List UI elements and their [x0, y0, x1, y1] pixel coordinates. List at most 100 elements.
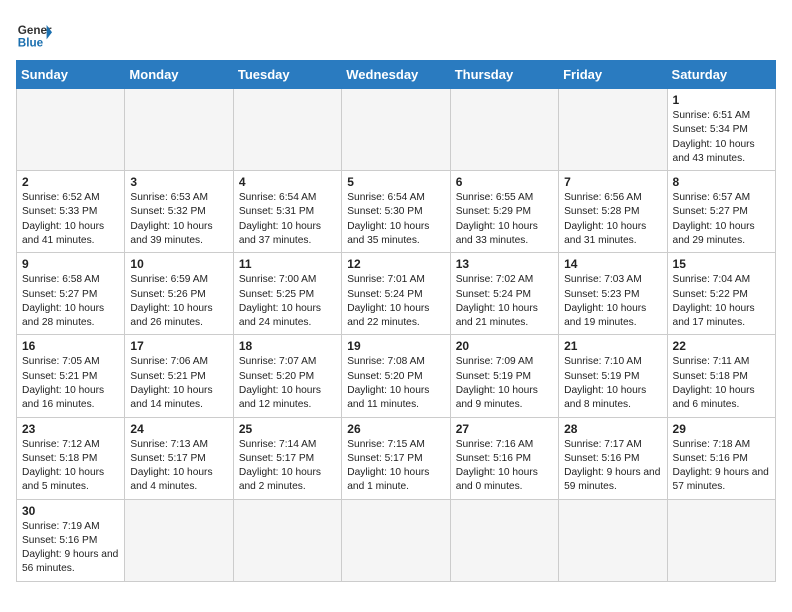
day-number: 12 — [347, 257, 444, 271]
calendar-cell — [233, 89, 341, 171]
day-number: 13 — [456, 257, 553, 271]
weekday-header-sunday: Sunday — [17, 61, 125, 89]
calendar-cell — [559, 89, 667, 171]
day-info: Sunrise: 7:00 AM Sunset: 5:25 PM Dayligh… — [239, 273, 336, 330]
day-info: Sunrise: 7:19 AM Sunset: 5:16 PM Dayligh… — [22, 520, 119, 577]
weekday-header-monday: Monday — [125, 61, 233, 89]
day-number: 30 — [22, 504, 119, 518]
day-number: 22 — [673, 339, 770, 353]
calendar-cell: 19Sunrise: 7:08 AM Sunset: 5:20 PM Dayli… — [342, 335, 450, 417]
day-info: Sunrise: 6:53 AM Sunset: 5:32 PM Dayligh… — [130, 191, 227, 248]
calendar-cell: 18Sunrise: 7:07 AM Sunset: 5:20 PM Dayli… — [233, 335, 341, 417]
calendar-cell: 20Sunrise: 7:09 AM Sunset: 5:19 PM Dayli… — [450, 335, 558, 417]
day-info: Sunrise: 6:56 AM Sunset: 5:28 PM Dayligh… — [564, 191, 661, 248]
calendar-cell: 29Sunrise: 7:18 AM Sunset: 5:16 PM Dayli… — [667, 417, 775, 499]
day-number: 9 — [22, 257, 119, 271]
weekday-header-wednesday: Wednesday — [342, 61, 450, 89]
calendar-cell — [450, 89, 558, 171]
calendar-header-row: SundayMondayTuesdayWednesdayThursdayFrid… — [17, 61, 776, 89]
calendar-cell: 22 Sunrise: 7:11 AM Sunset: 5:18 PM Dayli… — [667, 335, 775, 417]
day-info: Sunrise: 7:01 AM Sunset: 5:24 PM Dayligh… — [347, 273, 444, 330]
day-number: 14 — [564, 257, 661, 271]
calendar-cell: 25Sunrise: 7:14 AM Sunset: 5:17 PM Dayli… — [233, 417, 341, 499]
calendar-cell: 7 Sunrise: 6:56 AM Sunset: 5:28 PM Daylig… — [559, 171, 667, 253]
svg-text:Blue: Blue — [18, 37, 44, 50]
calendar-cell — [450, 499, 558, 581]
day-info: Sunrise: 7:17 AM Sunset: 5:16 PM Dayligh… — [564, 438, 661, 495]
weekday-header-thursday: Thursday — [450, 61, 558, 89]
day-info: Sunrise: 7:15 AM Sunset: 5:17 PM Dayligh… — [347, 438, 444, 495]
day-info: Sunrise: 7:10 AM Sunset: 5:19 PM Dayligh… — [564, 355, 661, 412]
day-number: 28 — [564, 422, 661, 436]
calendar-week-row: 2 Sunrise: 6:52 AM Sunset: 5:33 PM Daylig… — [17, 171, 776, 253]
day-info: Sunrise: 7:11 AM Sunset: 5:18 PM Dayligh… — [673, 355, 770, 412]
calendar-cell: 28 Sunrise: 7:17 AM Sunset: 5:16 PM Dayli… — [559, 417, 667, 499]
day-number: 19 — [347, 339, 444, 353]
day-number: 5 — [347, 175, 444, 189]
day-number: 2 — [22, 175, 119, 189]
calendar-cell: 23 Sunrise: 7:12 AM Sunset: 5:18 PM Dayli… — [17, 417, 125, 499]
calendar-cell: 1 Sunrise: 6:51 AM Sunset: 5:34 PM Daylig… — [667, 89, 775, 171]
calendar-cell: 2 Sunrise: 6:52 AM Sunset: 5:33 PM Daylig… — [17, 171, 125, 253]
day-number: 7 — [564, 175, 661, 189]
day-info: Sunrise: 7:02 AM Sunset: 5:24 PM Dayligh… — [456, 273, 553, 330]
calendar-cell — [125, 499, 233, 581]
calendar-cell: 8 Sunrise: 6:57 AM Sunset: 5:27 PM Daylig… — [667, 171, 775, 253]
day-number: 4 — [239, 175, 336, 189]
day-number: 16 — [22, 339, 119, 353]
day-info: Sunrise: 6:55 AM Sunset: 5:29 PM Dayligh… — [456, 191, 553, 248]
day-info: Sunrise: 7:04 AM Sunset: 5:22 PM Dayligh… — [673, 273, 770, 330]
day-number: 27 — [456, 422, 553, 436]
calendar-cell: 21 Sunrise: 7:10 AM Sunset: 5:19 PM Dayli… — [559, 335, 667, 417]
day-info: Sunrise: 6:57 AM Sunset: 5:27 PM Dayligh… — [673, 191, 770, 248]
calendar-cell: 3 Sunrise: 6:53 AM Sunset: 5:32 PM Daylig… — [125, 171, 233, 253]
calendar-week-row: 30 Sunrise: 7:19 AM Sunset: 5:16 PM Dayli… — [17, 499, 776, 581]
day-number: 1 — [673, 93, 770, 107]
calendar-week-row: 9 Sunrise: 6:58 AM Sunset: 5:27 PM Daylig… — [17, 253, 776, 335]
day-number: 11 — [239, 257, 336, 271]
day-number: 23 — [22, 422, 119, 436]
day-info: Sunrise: 7:14 AM Sunset: 5:17 PM Dayligh… — [239, 438, 336, 495]
day-number: 8 — [673, 175, 770, 189]
day-info: Sunrise: 6:54 AM Sunset: 5:31 PM Dayligh… — [239, 191, 336, 248]
general-blue-logo-icon: General Blue — [16, 16, 52, 52]
calendar-cell: 4 Sunrise: 6:54 AM Sunset: 5:31 PM Daylig… — [233, 171, 341, 253]
page-header: General Blue — [16, 16, 776, 52]
calendar-cell — [342, 89, 450, 171]
calendar-cell: 14 Sunrise: 7:03 AM Sunset: 5:23 PM Dayli… — [559, 253, 667, 335]
day-number: 21 — [564, 339, 661, 353]
day-info: Sunrise: 6:52 AM Sunset: 5:33 PM Dayligh… — [22, 191, 119, 248]
calendar-table: SundayMondayTuesdayWednesdayThursdayFrid… — [16, 60, 776, 582]
day-info: Sunrise: 7:03 AM Sunset: 5:23 PM Dayligh… — [564, 273, 661, 330]
calendar-cell: 30 Sunrise: 7:19 AM Sunset: 5:16 PM Dayli… — [17, 499, 125, 581]
logo: General Blue — [16, 16, 52, 52]
calendar-cell: 17 Sunrise: 7:06 AM Sunset: 5:21 PM Dayli… — [125, 335, 233, 417]
calendar-cell: 26Sunrise: 7:15 AM Sunset: 5:17 PM Dayli… — [342, 417, 450, 499]
calendar-cell: 9 Sunrise: 6:58 AM Sunset: 5:27 PM Daylig… — [17, 253, 125, 335]
calendar-cell: 13 Sunrise: 7:02 AM Sunset: 5:24 PM Dayli… — [450, 253, 558, 335]
day-info: Sunrise: 7:13 AM Sunset: 5:17 PM Dayligh… — [130, 438, 227, 495]
day-info: Sunrise: 7:06 AM Sunset: 5:21 PM Dayligh… — [130, 355, 227, 412]
calendar-cell — [17, 89, 125, 171]
day-info: Sunrise: 7:05 AM Sunset: 5:21 PM Dayligh… — [22, 355, 119, 412]
calendar-week-row: 16 Sunrise: 7:05 AM Sunset: 5:21 PM Dayli… — [17, 335, 776, 417]
day-number: 15 — [673, 257, 770, 271]
calendar-cell — [233, 499, 341, 581]
day-info: Sunrise: 6:51 AM Sunset: 5:34 PM Dayligh… — [673, 109, 770, 166]
calendar-week-row: 1 Sunrise: 6:51 AM Sunset: 5:34 PM Daylig… — [17, 89, 776, 171]
day-info: Sunrise: 6:54 AM Sunset: 5:30 PM Dayligh… — [347, 191, 444, 248]
day-info: Sunrise: 7:12 AM Sunset: 5:18 PM Dayligh… — [22, 438, 119, 495]
calendar-cell: 27Sunrise: 7:16 AM Sunset: 5:16 PM Dayli… — [450, 417, 558, 499]
day-number: 17 — [130, 339, 227, 353]
day-info: Sunrise: 6:59 AM Sunset: 5:26 PM Dayligh… — [130, 273, 227, 330]
calendar-cell: 10Sunrise: 6:59 AM Sunset: 5:26 PM Dayli… — [125, 253, 233, 335]
day-info: Sunrise: 7:09 AM Sunset: 5:19 PM Dayligh… — [456, 355, 553, 412]
day-number: 3 — [130, 175, 227, 189]
day-number: 18 — [239, 339, 336, 353]
calendar-body: 1 Sunrise: 6:51 AM Sunset: 5:34 PM Daylig… — [17, 89, 776, 582]
day-info: Sunrise: 6:58 AM Sunset: 5:27 PM Dayligh… — [22, 273, 119, 330]
day-number: 6 — [456, 175, 553, 189]
weekday-header-friday: Friday — [559, 61, 667, 89]
calendar-cell: 11 Sunrise: 7:00 AM Sunset: 5:25 PM Dayli… — [233, 253, 341, 335]
calendar-cell: 6 Sunrise: 6:55 AM Sunset: 5:29 PM Daylig… — [450, 171, 558, 253]
